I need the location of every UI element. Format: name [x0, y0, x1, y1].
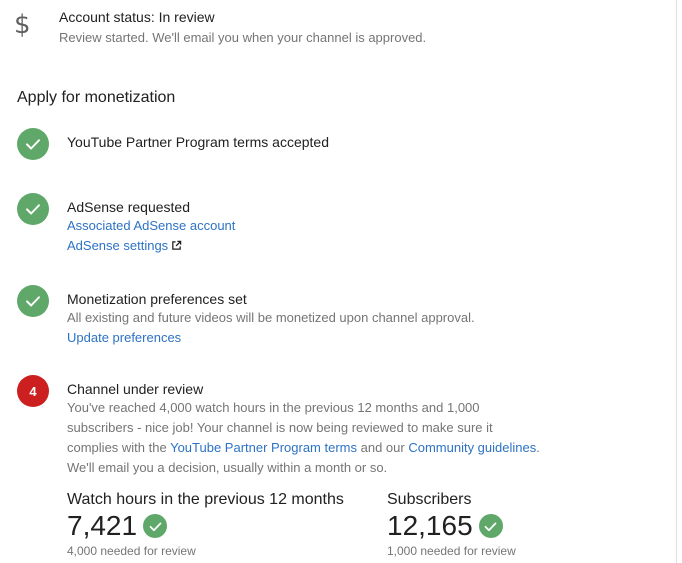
- check-icon: [478, 514, 503, 538]
- check-icon: [17, 193, 49, 225]
- dollar-icon: $: [14, 10, 31, 40]
- check-icon: [17, 128, 49, 160]
- subscribers-metric: Subscribers 12,165 1,000 needed for revi…: [387, 491, 516, 558]
- section-heading: Apply for monetization: [17, 89, 176, 106]
- monetization-page: $ Account status: In review Review start…: [0, 0, 682, 563]
- update-preferences-link[interactable]: Update preferences: [67, 330, 181, 345]
- step-title: Channel under review: [67, 381, 204, 397]
- associated-adsense-link[interactable]: Associated AdSense account: [67, 218, 235, 233]
- metric-note: 1,000 needed for review: [387, 544, 516, 558]
- check-icon: [17, 285, 49, 317]
- metric-label: Subscribers: [387, 491, 472, 508]
- panel-divider: [676, 0, 677, 563]
- step-title: YouTube Partner Program terms accepted: [67, 134, 329, 150]
- step-description: All existing and future videos will be m…: [67, 310, 475, 325]
- account-status-subtitle: Review started. We'll email you when you…: [59, 30, 427, 45]
- external-link-icon: [171, 237, 182, 257]
- community-guidelines-link[interactable]: Community guidelines: [408, 440, 536, 455]
- watch-hours-metric: Watch hours in the previous 12 months 7,…: [67, 491, 344, 558]
- step-description: You've reached 4,000 watch hours in the …: [67, 400, 540, 455]
- step-number-badge: 4: [17, 375, 49, 407]
- step-title: Monetization preferences set: [67, 291, 247, 307]
- metric-note: 4,000 needed for review: [67, 544, 196, 558]
- account-status-title: Account status: In review: [59, 9, 215, 25]
- metric-label: Watch hours in the previous 12 months: [67, 491, 344, 508]
- metric-value: 12,165: [387, 510, 473, 541]
- check-icon: [143, 514, 168, 538]
- partner-program-terms-link[interactable]: YouTube Partner Program terms: [170, 440, 357, 455]
- adsense-settings-link[interactable]: AdSense settings: [67, 238, 168, 253]
- step-title: AdSense requested: [67, 199, 190, 215]
- metric-value: 7,421: [67, 510, 138, 541]
- step-note: We'll email you a decision, usually with…: [67, 460, 388, 475]
